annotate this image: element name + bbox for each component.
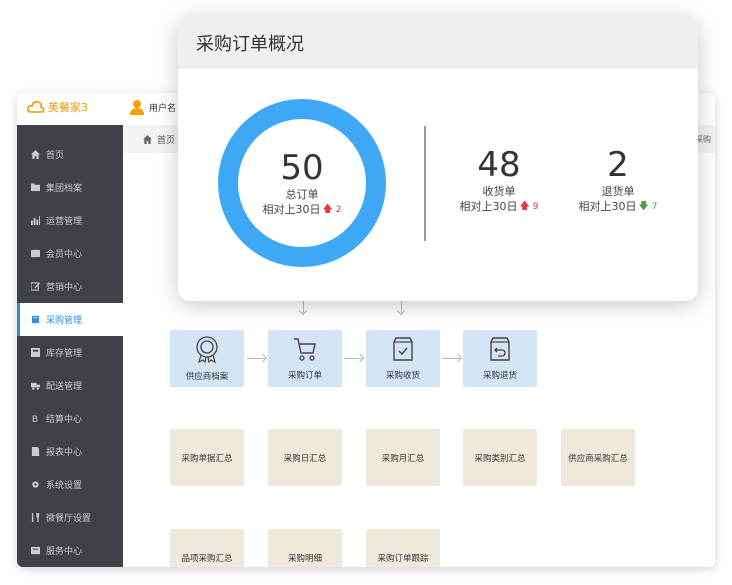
sidebar-item-label: 集团档案 [46,184,83,194]
total-orders-label: 总订单 [285,187,319,201]
report-button[interactable]: 采购订单跟踪 [366,529,440,567]
sidebar-item[interactable]: 报表中心 [17,435,123,468]
arrow-up-icon: 🡅 [519,201,530,212]
received-compare: 相对上30日 🡅 9 [459,199,538,215]
bitcoin-icon: B [31,414,40,423]
report-button[interactable]: 采购类别汇总 [463,429,537,486]
sidebar-item[interactable]: 运营管理 [17,204,123,237]
utensils-icon [31,513,40,522]
report-button[interactable]: 品项采购汇总 [170,529,244,567]
purchase-return-button[interactable]: 采购退货 [463,330,537,387]
received-stat: 48 收货单 相对上30日 🡅 9 [449,146,549,215]
received-value: 48 [477,145,521,185]
compare-label: 相对上30日 [459,200,518,213]
sidebar-item-label: 报表中心 [46,448,83,458]
total-orders-compare: 相对上30日 🡅 2 [262,202,341,218]
home-icon [31,150,40,159]
returned-value: 2 [607,145,629,185]
service-icon [31,546,40,555]
arrow-up-icon: 🡅 [322,203,333,215]
compare-label: 相对上30日 [578,200,637,213]
logo-text: 美餐家3 [48,101,88,114]
flow-label: 采购退货 [482,371,517,381]
sidebar-item-label: 结算中心 [46,415,83,425]
total-orders-stat: 50 总订单 相对上30日 🡅 2 [218,99,386,267]
delta-value: 2 [335,204,342,215]
compare-label: 相对上30日 [262,202,321,216]
user-menu[interactable]: 用户名 [130,99,176,115]
sidebar-item-label: 运营管理 [46,217,83,227]
received-label: 收货单 [482,185,516,198]
sidebar-item[interactable]: 微餐厅设置 [17,501,123,534]
purchase-order-button[interactable]: 采购订单 [268,330,342,387]
sidebar-item-label: 营销中心 [46,283,83,293]
delta-value: 9 [532,202,539,212]
breadcrumb-home[interactable]: 首页 [157,133,175,146]
returned-compare: 相对上30日 🡇 7 [578,199,657,215]
sidebar-item-label: 首页 [46,151,65,161]
report-button[interactable]: 采购明细 [268,529,342,567]
user-name: 用户名 [149,103,177,114]
logo[interactable]: 美餐家3 [27,99,88,115]
flow-label: 采购收货 [385,371,420,381]
svg-text:B: B [32,415,38,423]
id-card-icon [31,249,40,258]
report-button[interactable]: 供应商采购汇总 [561,429,635,486]
sidebar-item-label: 微餐厅设置 [46,514,92,524]
sidebar-item[interactable]: 系统设置 [17,468,123,501]
home-icon [143,134,152,144]
sidebar-item[interactable]: 营销中心 [17,270,123,303]
screenshot-stage: 美餐家3 用户名 首页集团档案运营管理会员中心营销中心采购管理库存管理配送管理 B… [0,0,732,585]
gear-icon [31,480,40,489]
sidebar-item-label: 采购管理 [46,316,83,326]
badge-icon [196,336,218,363]
storage-icon [31,348,40,357]
sidebar-item-label: 服务中心 [46,547,83,557]
sidebar-item-label: 库存管理 [46,349,83,359]
sidebar-item-label: 系统设置 [46,481,83,491]
sidebar-item[interactable]: 集团档案 [17,171,123,204]
sidebar-item[interactable]: 服务中心 [17,534,123,567]
return-box-icon [490,337,510,361]
sidebar-item-label: 会员中心 [46,250,83,260]
cloud-logo-icon [27,101,45,113]
sidebar-item[interactable]: 首页 [17,138,123,171]
order-overview-card: 采购订单概况 50 总订单 相对上30日 🡅 2 48 收货单 相对上30日 🡅… [178,16,698,301]
sidebar-item[interactable]: 采购管理 [17,303,123,336]
flow-arrow [344,358,362,359]
delta-value: 7 [651,202,658,212]
bar-chart-icon [31,216,40,225]
card-title: 采购订单概况 [178,16,698,69]
document-icon [31,447,40,456]
sidebar-item[interactable]: 库存管理 [17,336,123,369]
user-avatar-icon [130,100,144,115]
purchase-receive-button[interactable]: 采购收货 [366,330,440,387]
sidebar-item-label: 配送管理 [46,382,83,392]
returned-stat: 2 退货单 相对上30日 🡇 7 [568,146,668,215]
flow-arrow [442,358,460,359]
arrow-down-icon: 🡇 [638,201,649,212]
flow-arrow [247,358,265,359]
report-button[interactable]: 采购单据汇总 [170,429,244,486]
box-check-icon [393,337,413,361]
cart-icon [294,338,316,361]
sidebar-item[interactable]: B 结算中心 [17,402,123,435]
sidebar-item[interactable]: 配送管理 [17,369,123,402]
report-button[interactable]: 采购日汇总 [268,429,342,486]
returned-label: 退货单 [601,185,635,198]
sidebar: 首页集团档案运营管理会员中心营销中心采购管理库存管理配送管理 B 结算中心报表中心系… [17,125,123,567]
sidebar-item[interactable]: 会员中心 [17,237,123,270]
flow-label: 供应商档案 [185,372,229,382]
supplier-archive-button[interactable]: 供应商档案 [170,330,244,387]
book-icon [31,315,40,324]
truck-icon [31,381,40,390]
flow-label: 采购订单 [287,371,322,381]
report-button[interactable]: 采购月汇总 [366,429,440,486]
divider [424,126,426,241]
folder-icon [31,183,40,192]
total-orders-value: 50 [280,147,324,188]
edit-icon [31,282,40,291]
